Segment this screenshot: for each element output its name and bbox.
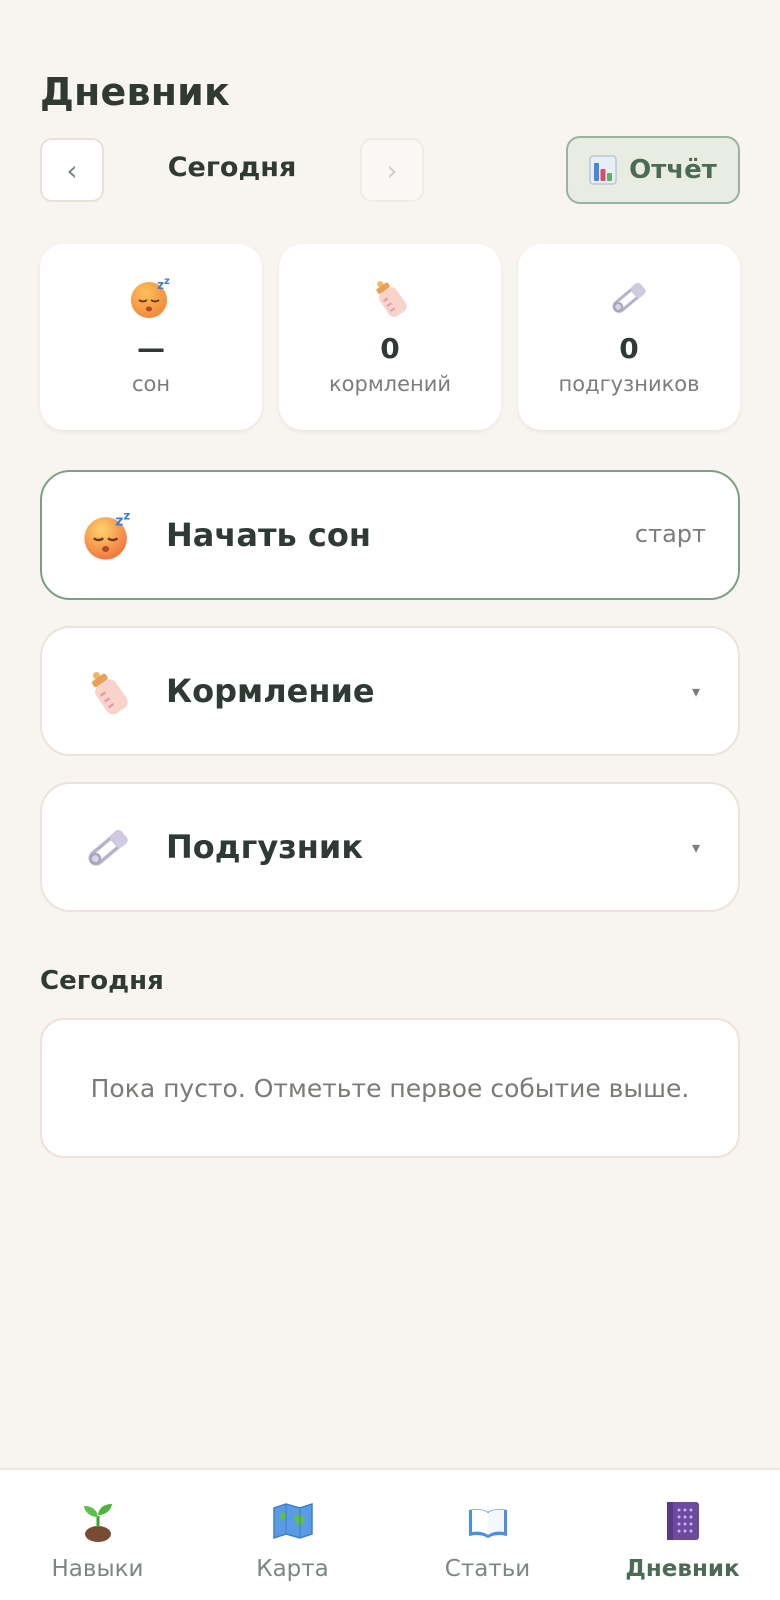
stat-card-feedings: 0 кормлений [279, 244, 501, 430]
action-label: Начать сон [166, 516, 371, 554]
action-label: Подгузник [166, 828, 364, 866]
stat-label: сон [131, 372, 171, 396]
stat-card-diapers: 0 подгузников [518, 244, 740, 430]
current-date-label: Сегодня [167, 152, 297, 183]
notebook-icon [666, 1502, 699, 1540]
seedling-icon [83, 1504, 112, 1542]
empty-state-card: Пока пусто. Отметьте первое событие выше… [40, 1018, 740, 1158]
chevron-down-icon: ▾ [691, 682, 700, 701]
sleeping-face-icon: z z [131, 276, 170, 318]
next-day-button[interactable]: › [360, 138, 424, 202]
today-section-title: Сегодня [40, 966, 164, 996]
previous-day-button[interactable]: ‹ [40, 138, 104, 202]
chevron-down-icon: ▾ [691, 838, 700, 857]
start-sleep-button[interactable]: z z Начать сон старт [40, 470, 740, 600]
stat-label: кормлений [328, 372, 452, 396]
stat-label: подгузников [558, 372, 700, 396]
stat-value: 0 [380, 332, 400, 365]
svg-text:z: z [115, 513, 123, 529]
stat-value: — [137, 332, 165, 365]
start-label: старт [634, 520, 706, 548]
report-button[interactable]: Отчёт [566, 136, 740, 204]
action-label: Кормление [166, 672, 375, 710]
bar-chart-icon [589, 155, 617, 185]
diaper-dropdown[interactable]: Подгузник ▾ [40, 782, 740, 912]
tab-label: Статьи [444, 1556, 531, 1582]
tab-map[interactable]: Карта [195, 1470, 390, 1600]
safety-pin-icon [612, 282, 646, 313]
safety-pin-icon [88, 829, 128, 866]
feeding-dropdown[interactable]: Кормление ▾ [40, 626, 740, 756]
tab-label: Карта [256, 1556, 329, 1582]
svg-text:z: z [164, 276, 170, 287]
empty-state-text: Пока пусто. Отметьте первое событие выше… [90, 1073, 690, 1103]
tab-label: Дневник [625, 1556, 740, 1582]
chevron-left-icon: ‹ [66, 153, 78, 187]
baby-bottle-icon [376, 281, 407, 317]
page-title: Дневник [40, 70, 230, 114]
sleeping-face-icon: z z [84, 510, 130, 560]
chevron-right-icon: › [386, 153, 398, 187]
svg-text:z: z [123, 510, 130, 522]
stat-value: 0 [619, 332, 639, 365]
report-button-label: Отчёт [629, 155, 717, 185]
tab-diary[interactable]: Дневник [585, 1470, 780, 1600]
diary-screen: Дневник ‹ Сегодня › Отчёт z z — сон 0 ко… [0, 0, 780, 1600]
open-book-icon [468, 1508, 507, 1538]
bottom-tab-bar: Навыки Карта Статьи Дневник [0, 1468, 780, 1600]
tab-label: Навыки [51, 1556, 144, 1582]
svg-text:z: z [157, 278, 164, 292]
tab-articles[interactable]: Статьи [390, 1470, 585, 1600]
stat-card-sleep: z z — сон [40, 244, 262, 430]
tab-skills[interactable]: Навыки [0, 1470, 195, 1600]
baby-bottle-icon [91, 671, 128, 715]
world-map-icon [272, 1502, 313, 1540]
